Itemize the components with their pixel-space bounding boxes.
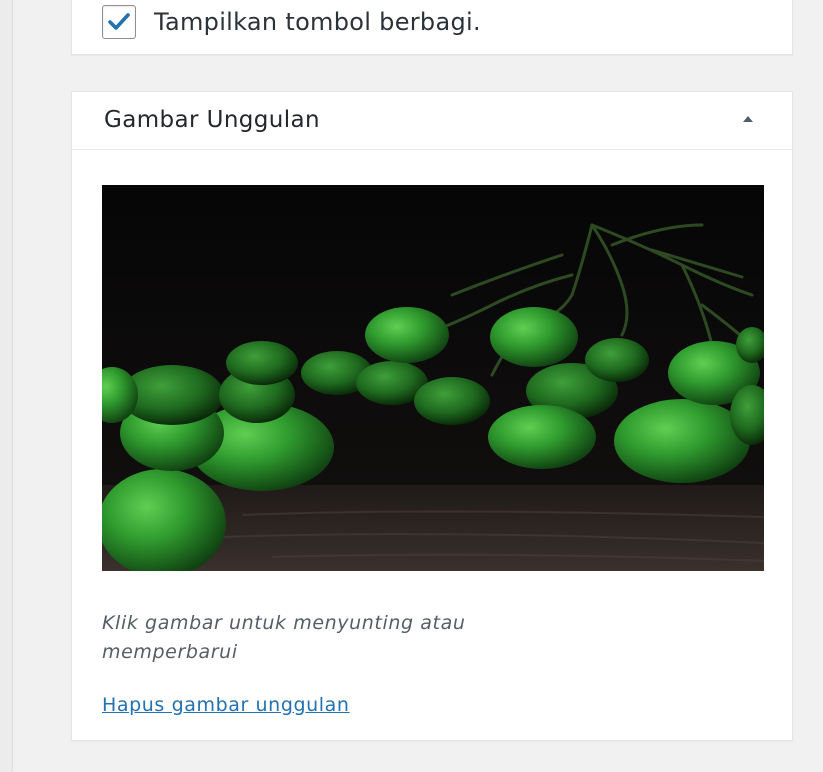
featured-image-panel: Gambar Unggulan Klik gambar untuk menyun… bbox=[71, 91, 793, 741]
sharing-panel: Tampilkan tombol berbagi. bbox=[71, 0, 793, 55]
sharing-checkbox[interactable] bbox=[102, 5, 136, 39]
sharing-checkbox-label[interactable]: Tampilkan tombol berbagi. bbox=[154, 5, 481, 39]
panel-title: Gambar Unggulan bbox=[104, 107, 321, 133]
checkmark-icon bbox=[108, 13, 130, 30]
triangle-up-icon[interactable] bbox=[740, 113, 756, 125]
sidebar-divider bbox=[12, 0, 13, 772]
featured-image-panel-header[interactable]: Gambar Unggulan bbox=[72, 92, 792, 150]
help-text-line-2: memperbarui bbox=[102, 641, 238, 663]
remove-featured-image-link[interactable]: Hapus gambar unggulan bbox=[102, 692, 350, 718]
featured-image-help-text: Klik gambar untuk menyunting atau memper… bbox=[102, 609, 702, 667]
help-text-line-1: Klik gambar untuk menyunting atau bbox=[102, 612, 466, 634]
featured-image-thumbnail[interactable] bbox=[102, 185, 764, 571]
right-edge bbox=[819, 0, 823, 772]
sharing-checkbox-row[interactable]: Tampilkan tombol berbagi. bbox=[102, 5, 481, 39]
admin-sidebar-edge bbox=[0, 0, 12, 772]
